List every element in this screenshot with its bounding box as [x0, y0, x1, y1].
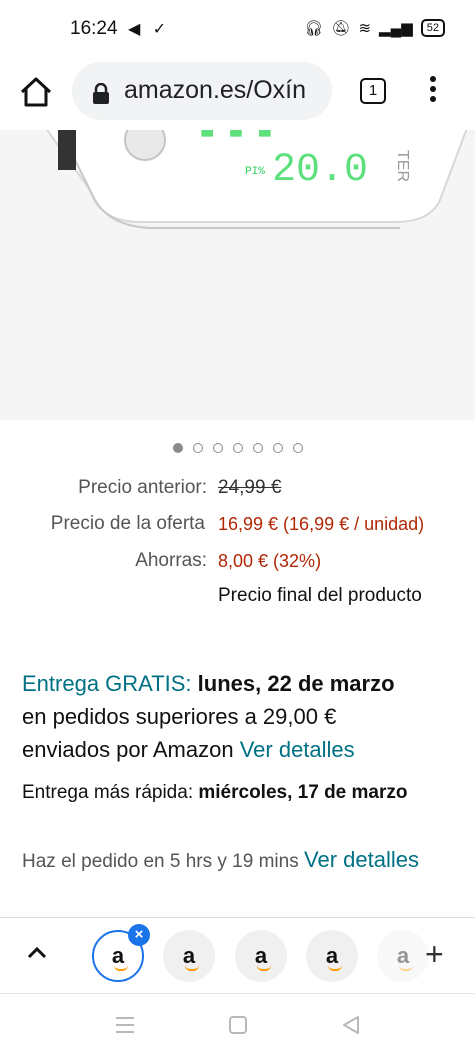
home-icon[interactable]: [18, 74, 54, 110]
savings-label: Ahorras:: [135, 550, 207, 571]
amazon-logo-icon: a: [182, 943, 200, 971]
details-link[interactable]: Ver detalles: [240, 737, 355, 762]
order-countdown-text: Haz el pedido en 5 hrs y 19 mins: [22, 851, 299, 872]
download-done-icon: ✓: [152, 21, 167, 38]
status-bar: 16:24 ◀ ✓ 🎧︎ 🔕︎ ≋ ▂▄▆ 52: [0, 0, 475, 60]
old-price-label: Precio anterior:: [78, 477, 207, 498]
fastest-delivery-date: miércoles, 17 de marzo: [198, 782, 408, 803]
tab-amazon[interactable]: a: [163, 930, 215, 982]
offer-price-label: Precio de la oferta: [50, 513, 205, 534]
battery-icon: 52: [420, 19, 445, 37]
product-image[interactable]: PI% 20.0 ■ ■ ■ TER: [0, 130, 475, 420]
menu-icon[interactable]: [114, 1014, 136, 1036]
tab-amazon[interactable]: a: [235, 930, 287, 982]
carousel-dot[interactable]: [212, 443, 223, 453]
free-delivery-date: lunes, 22 de marzo: [197, 671, 395, 696]
carousel-dot[interactable]: [272, 443, 283, 453]
browser-toolbar: amazon.es/Oxín 1: [0, 60, 475, 130]
chevron-up-icon[interactable]: [24, 940, 50, 966]
device-brand-text: TER: [394, 150, 411, 182]
address-bar[interactable]: amazon.es/Oxín: [72, 62, 332, 120]
order-countdown: Haz el pedido en 5 hrs y 19 mins Ver det…: [22, 843, 452, 878]
savings-value: 8,00 € (32%): [218, 551, 322, 571]
carousel-dot[interactable]: [192, 443, 203, 453]
fastest-delivery-label: Entrega más rápida:: [22, 782, 194, 803]
back-nav-icon[interactable]: [340, 1014, 362, 1036]
carousel-dot[interactable]: [232, 443, 243, 453]
display-pi-label: PI%: [245, 166, 265, 178]
carousel-dot[interactable]: [252, 443, 263, 453]
close-tab-icon[interactable]: ×: [128, 924, 150, 946]
details-link-2[interactable]: Ver detalles: [304, 847, 419, 872]
wifi-icon: ≋: [358, 20, 372, 37]
shipped-by: enviados por Amazon: [22, 737, 234, 762]
free-delivery-label: Entrega GRATIS:: [22, 671, 192, 696]
volume-icon: ◀: [128, 21, 141, 38]
signal-icon: ▂▄▆: [379, 20, 413, 37]
tab-strip: a × a a a a +: [0, 917, 475, 994]
tab-amazon[interactable]: a: [306, 930, 358, 982]
svg-text:■ ■ ■: ■ ■ ■: [200, 130, 272, 146]
delivery-threshold: en pedidos superiores a 29,00 €: [22, 704, 337, 729]
tab-amazon[interactable]: a: [377, 930, 429, 982]
carousel-dot[interactable]: [172, 443, 183, 453]
home-nav-icon[interactable]: [227, 1014, 249, 1036]
display-pi-value: 20.0: [272, 148, 368, 193]
old-price-value: 24,99 €: [218, 477, 282, 498]
new-tab-icon[interactable]: +: [425, 936, 444, 973]
tab-amazon-active[interactable]: a ×: [92, 924, 150, 982]
offer-price-value: 16,99 € (16,99 € / unidad): [218, 514, 425, 534]
amazon-logo-icon: a: [111, 943, 129, 971]
amazon-logo-icon: a: [254, 943, 272, 971]
lock-icon: [93, 83, 109, 104]
menu-dots-icon[interactable]: [425, 76, 441, 106]
url-text: amazon.es/Oxín: [124, 76, 307, 104]
oximeter-illustration: PI% 20.0 ■ ■ ■ TER: [0, 130, 475, 420]
fastest-delivery-info: Entrega más rápida: miércoles, 17 de mar…: [22, 776, 452, 809]
status-time: 16:24: [70, 18, 118, 39]
headset-icon: 🎧︎: [304, 20, 324, 37]
system-nav-bar: [0, 993, 475, 1057]
amazon-logo-icon: a: [396, 943, 414, 971]
image-carousel-dots: [0, 443, 475, 459]
tab-switcher-button[interactable]: 1: [360, 78, 386, 104]
final-price-note: Precio final del producto: [218, 585, 422, 606]
amazon-logo-icon: a: [325, 943, 343, 971]
free-delivery-info: Entrega GRATIS: lunes, 22 de marzo en pe…: [22, 667, 462, 766]
mute-icon: 🔕︎: [331, 20, 351, 37]
carousel-dot[interactable]: [292, 443, 303, 453]
